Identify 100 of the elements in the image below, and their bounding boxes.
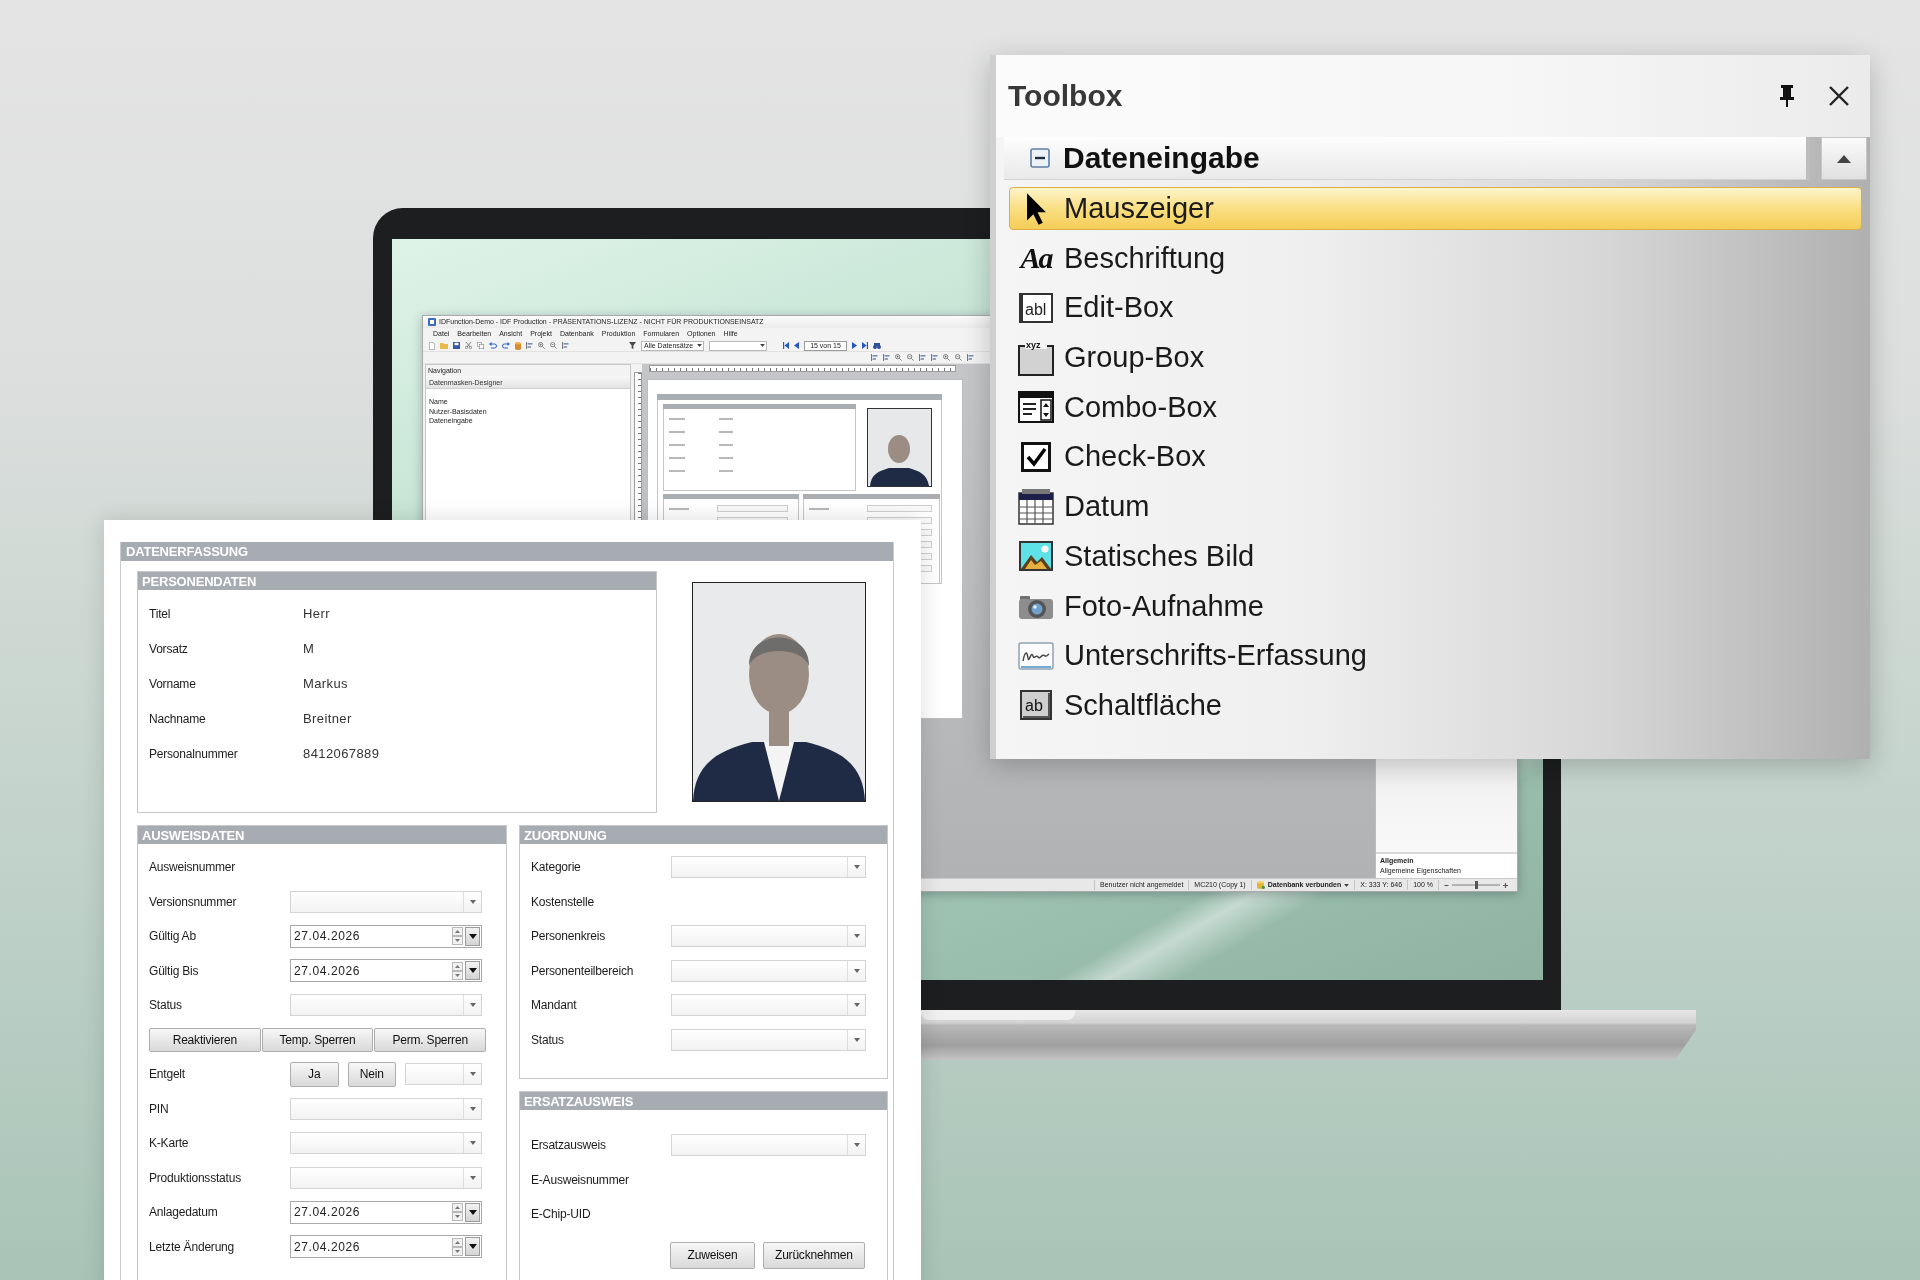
toolbox-item[interactable]: abl Edit-Box bbox=[1009, 286, 1862, 330]
dropdown-button[interactable] bbox=[465, 1202, 480, 1222]
next-record-icon[interactable] bbox=[852, 342, 857, 349]
zoom-out-icon[interactable] bbox=[907, 354, 914, 361]
last-record-icon[interactable] bbox=[862, 342, 868, 349]
save-icon[interactable] bbox=[453, 342, 460, 349]
form-button[interactable]: Reaktivieren bbox=[149, 1027, 261, 1052]
align-icon[interactable] bbox=[562, 342, 569, 349]
form-button[interactable]: Temp. Sperren bbox=[261, 1027, 374, 1052]
signature-pad-icon bbox=[1018, 641, 1054, 670]
zoom-out-icon[interactable] bbox=[550, 342, 557, 349]
dropdown-field[interactable] bbox=[671, 959, 866, 982]
align-icon[interactable] bbox=[919, 354, 926, 361]
section-header: PERSONENDATEN bbox=[138, 572, 656, 590]
first-record-icon[interactable] bbox=[783, 342, 789, 349]
undo-icon[interactable] bbox=[489, 342, 497, 349]
toolbox-item[interactable]: Statisches Bild bbox=[1009, 534, 1862, 578]
caret-icon bbox=[468, 1244, 477, 1250]
field-label: PIN bbox=[149, 1101, 170, 1116]
form-button[interactable]: Nein bbox=[347, 1061, 396, 1087]
scroll-up-button[interactable] bbox=[1821, 137, 1867, 180]
dropdown-button[interactable] bbox=[465, 926, 480, 946]
field-label: Letzte Änderung bbox=[149, 1239, 236, 1254]
caret-icon bbox=[469, 1141, 476, 1146]
toolbox-item[interactable]: Datum bbox=[1009, 485, 1862, 529]
close-icon[interactable] bbox=[1829, 86, 1849, 106]
collapse-icon[interactable] bbox=[1030, 148, 1050, 168]
toolbox-item[interactable]: xyz Group-Box bbox=[1009, 336, 1862, 380]
field-label: Ersatzausweis bbox=[531, 1138, 607, 1153]
dropdown-field[interactable] bbox=[290, 890, 482, 913]
toolbox-item[interactable]: Mauszeiger bbox=[1009, 187, 1862, 230]
group-header[interactable]: Dateneingabe bbox=[1004, 137, 1810, 180]
align-icon[interactable] bbox=[967, 354, 974, 361]
dropdown-field[interactable] bbox=[671, 1134, 866, 1157]
form-button[interactable]: Perm. Sperren bbox=[374, 1027, 486, 1052]
caret-icon bbox=[853, 865, 860, 870]
toolbox-item[interactable]: ab Schaltfläche bbox=[1009, 683, 1862, 727]
align-icon[interactable] bbox=[931, 354, 938, 361]
plus-icon[interactable] bbox=[1503, 882, 1508, 888]
slider-thumb[interactable] bbox=[1475, 881, 1478, 889]
caret-icon bbox=[1344, 883, 1350, 887]
zoom-in-icon[interactable] bbox=[538, 342, 545, 349]
dropdown-field[interactable] bbox=[290, 1097, 482, 1120]
toolbox-item[interactable]: Aa Beschriftung bbox=[1009, 236, 1862, 280]
spinner-icon bbox=[452, 1237, 463, 1256]
checkbox-icon bbox=[1021, 441, 1051, 472]
dropdown-field[interactable] bbox=[405, 1063, 482, 1086]
redo-icon[interactable] bbox=[502, 342, 510, 349]
dropdown-field[interactable] bbox=[290, 1132, 482, 1155]
date-field[interactable]: 27.04.2026 bbox=[290, 959, 482, 983]
align-icon[interactable] bbox=[526, 342, 533, 349]
field-label: Gültig Bis bbox=[149, 963, 200, 978]
list-box-icon bbox=[1018, 391, 1054, 424]
scissors-icon[interactable] bbox=[465, 342, 472, 349]
field-label: Titel bbox=[149, 606, 172, 621]
pin-icon[interactable] bbox=[1780, 85, 1794, 107]
database-icon[interactable] bbox=[515, 341, 521, 350]
dropdown-field[interactable] bbox=[671, 856, 866, 879]
app-icon bbox=[428, 318, 436, 326]
section-header: ERSATZAUSWEIS bbox=[520, 1092, 887, 1110]
field-value: M bbox=[303, 641, 316, 656]
field-value: Breitner bbox=[303, 711, 353, 726]
filter-icon[interactable] bbox=[629, 342, 636, 349]
toolbox-item[interactable]: Check-Box bbox=[1009, 435, 1862, 479]
minus-icon[interactable] bbox=[1444, 884, 1449, 886]
caret-icon bbox=[469, 1003, 476, 1008]
align-icon[interactable] bbox=[871, 354, 878, 361]
dropdown-field[interactable] bbox=[671, 925, 866, 948]
dropdown-field[interactable] bbox=[671, 1028, 866, 1051]
dropdown-field[interactable] bbox=[671, 994, 866, 1017]
dropdown-field[interactable] bbox=[709, 340, 767, 351]
toolbox-item[interactable]: Foto-Aufnahme bbox=[1009, 584, 1862, 628]
field-label: K-Karte bbox=[149, 1136, 190, 1151]
new-document-icon[interactable] bbox=[429, 341, 435, 350]
zoom-in-icon[interactable] bbox=[943, 354, 950, 361]
date-field[interactable]: 27.04.2026 bbox=[290, 1235, 482, 1259]
text-style-icon: Aa bbox=[1020, 243, 1052, 274]
form-button[interactable]: Zuweisen bbox=[670, 1241, 755, 1269]
field-label: E-Ausweisnummer bbox=[531, 1172, 630, 1187]
dropdown-field[interactable] bbox=[290, 1166, 482, 1189]
spinner-icon bbox=[452, 961, 463, 980]
toolbox-item[interactable]: Combo-Box bbox=[1009, 385, 1862, 429]
dropdown-button[interactable] bbox=[465, 1237, 480, 1257]
zoom-in-icon[interactable] bbox=[895, 354, 902, 361]
field-value: Herr bbox=[303, 606, 331, 621]
form-button[interactable]: Zurücknehmen bbox=[763, 1241, 865, 1269]
date-field[interactable]: 27.04.2026 bbox=[290, 924, 482, 948]
copy-icon[interactable] bbox=[477, 342, 484, 349]
field-label: Kostenstelle bbox=[531, 894, 595, 909]
zoom-out-icon[interactable] bbox=[955, 354, 962, 361]
form-button[interactable]: Ja bbox=[290, 1061, 339, 1087]
toolbox-item[interactable]: Unterschrifts-Erfassung bbox=[1009, 634, 1862, 678]
date-field[interactable]: 27.04.2026 bbox=[290, 1200, 482, 1224]
previous-record-icon[interactable] bbox=[794, 342, 799, 349]
align-icon[interactable] bbox=[883, 354, 890, 361]
binoculars-icon[interactable] bbox=[873, 342, 881, 349]
field-label: Anlagedatum bbox=[149, 1205, 219, 1220]
dropdown-button[interactable] bbox=[465, 961, 480, 981]
field-label: Ausweisnummer bbox=[149, 860, 237, 875]
dropdown-field[interactable] bbox=[290, 994, 482, 1017]
